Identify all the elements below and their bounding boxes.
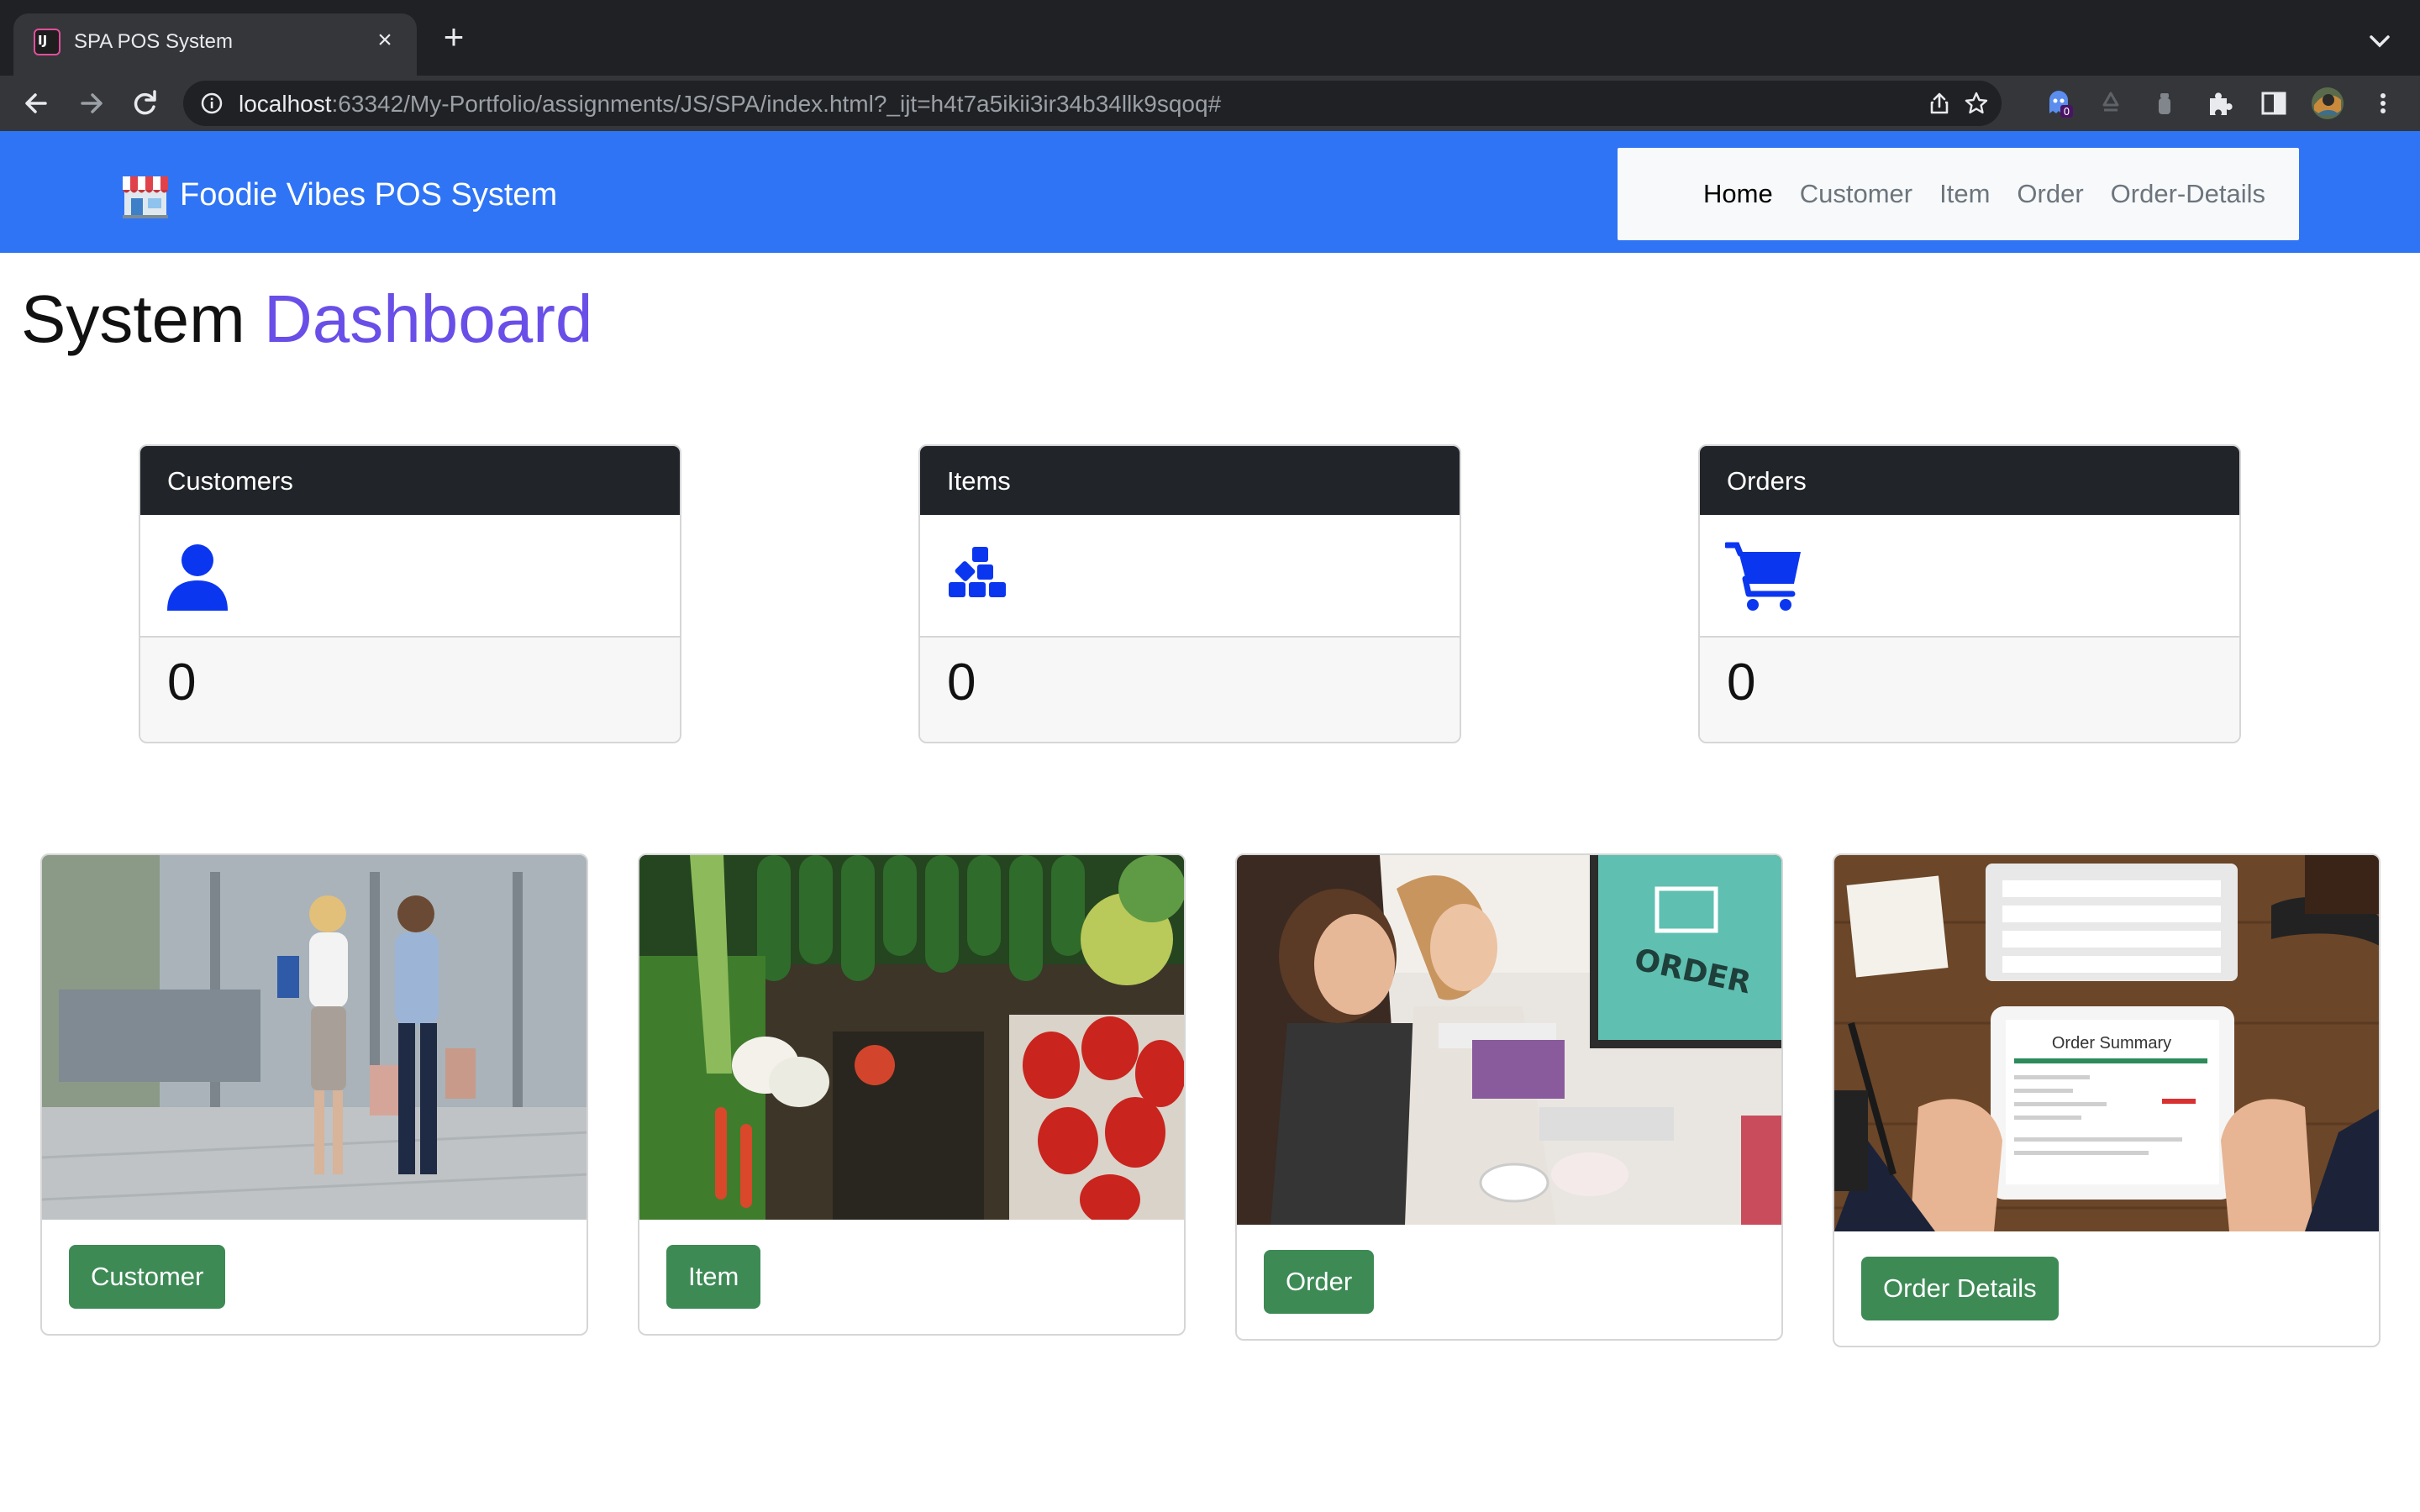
customer-button[interactable]: Customer xyxy=(69,1245,226,1309)
new-tab-button[interactable]: + xyxy=(434,18,474,59)
page-content: Foodie Vibes POS System Home Customer It… xyxy=(0,131,2420,1512)
back-arrow-icon[interactable] xyxy=(15,82,57,124)
extension-badge: 0 xyxy=(2064,106,2070,118)
stat-card-body xyxy=(140,515,680,638)
share-icon[interactable] xyxy=(1926,90,1953,117)
tab-title: SPA POS System xyxy=(74,30,233,53)
nav-link-item[interactable]: Item xyxy=(1939,179,1990,209)
url-text[interactable]: localhost:63342/My-Portfolio/assignments… xyxy=(239,91,1221,118)
order-summary-photo: Order Summary xyxy=(1834,855,2379,1231)
top-navbar: Foodie Vibes POS System Home Customer It… xyxy=(0,131,2420,253)
customer-card: Customer xyxy=(40,853,588,1336)
customers-stat-card: Customers 0 xyxy=(139,444,681,743)
url-path: :63342/My-Portfolio/assignments/JS/SPA/i… xyxy=(331,91,1222,117)
stat-card-title: Customers xyxy=(140,446,680,515)
page-title: System Dashboard xyxy=(21,281,592,358)
items-count: 0 xyxy=(920,638,1460,742)
item-card: Item xyxy=(638,853,1186,1336)
chevron-down-icon[interactable] xyxy=(2363,25,2396,59)
order-details-button[interactable]: Order Details xyxy=(1861,1257,2059,1320)
orders-stat-card: Orders 0 xyxy=(1698,444,2241,743)
side-panel-icon[interactable] xyxy=(2259,88,2289,118)
brand[interactable]: Foodie Vibes POS System xyxy=(121,171,557,218)
browser-tab[interactable]: SPA POS System × xyxy=(13,13,417,76)
intellij-favicon-icon xyxy=(34,29,60,55)
nav-link-customer[interactable]: Customer xyxy=(1800,179,1912,209)
user-icon xyxy=(167,544,228,611)
extension-ghost-icon[interactable]: 0 xyxy=(2044,88,2074,118)
orders-count: 0 xyxy=(1700,638,2239,742)
order-card: ORDER Order xyxy=(1235,853,1783,1341)
shop-icon xyxy=(123,176,168,218)
url-host: localhost xyxy=(239,91,332,117)
svg-text:Order Summary: Order Summary xyxy=(2052,1034,2171,1053)
online-order-photo: ORDER xyxy=(1237,855,1781,1225)
reload-icon[interactable] xyxy=(124,82,166,124)
nav-link-order[interactable]: Order xyxy=(2017,179,2083,209)
nav-link-order-details[interactable]: Order-Details xyxy=(2111,179,2265,209)
brand-name: Foodie Vibes POS System xyxy=(180,176,558,213)
stat-card-body xyxy=(1700,515,2239,638)
info-icon[interactable] xyxy=(200,92,224,115)
bottle-extension-icon[interactable] xyxy=(2149,88,2180,118)
cart-icon xyxy=(1725,542,1801,611)
order-details-card: Order Summary Order Details xyxy=(1833,853,2381,1347)
puzzle-icon[interactable] xyxy=(2205,88,2235,118)
recycle-extension-icon[interactable] xyxy=(2096,88,2126,118)
vegetables-photo xyxy=(639,855,1184,1220)
title-system: System xyxy=(21,281,245,356)
stat-card-title: Orders xyxy=(1700,446,2239,515)
nav-link-home[interactable]: Home xyxy=(1703,179,1773,209)
item-button[interactable]: Item xyxy=(666,1245,761,1309)
stat-card-title: Items xyxy=(920,446,1460,515)
close-tab-icon[interactable]: × xyxy=(368,24,402,57)
forward-arrow-icon[interactable] xyxy=(71,82,113,124)
browser-tab-strip: SPA POS System × + xyxy=(0,0,2420,76)
address-bar[interactable]: localhost:63342/My-Portfolio/assignments… xyxy=(183,81,2002,126)
shoppers-photo xyxy=(42,855,587,1220)
nav-links: Home Customer Item Order Order-Details xyxy=(1618,148,2299,240)
order-button[interactable]: Order xyxy=(1264,1250,1375,1314)
cubes-icon xyxy=(949,547,1006,597)
star-icon[interactable] xyxy=(1963,90,1990,117)
menu-kebab-icon[interactable] xyxy=(2368,88,2398,118)
title-dashboard: Dashboard xyxy=(263,281,593,356)
browser-toolbar: localhost:63342/My-Portfolio/assignments… xyxy=(0,76,2420,131)
items-stat-card: Items 0 xyxy=(918,444,1461,743)
profile-avatar[interactable] xyxy=(2311,87,2344,120)
customers-count: 0 xyxy=(140,638,680,742)
stat-card-body xyxy=(920,515,1460,638)
